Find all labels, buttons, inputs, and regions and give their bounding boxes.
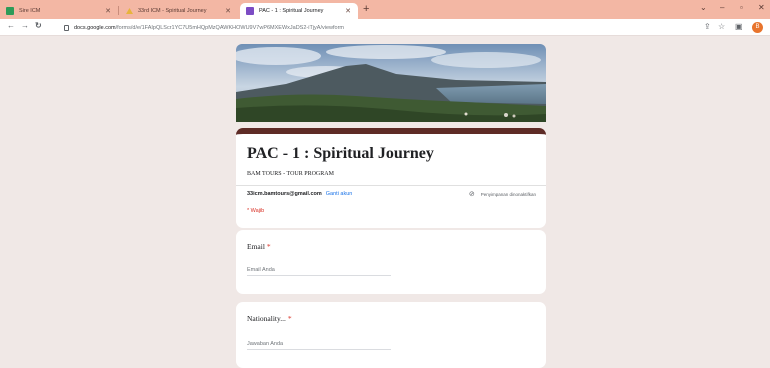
tab-pac-form[interactable]: PAC - 1 : Spiritual Journey ✕ [240, 3, 358, 19]
nationality-field[interactable] [247, 339, 391, 350]
switch-account-link[interactable]: Ganti akun [326, 191, 353, 197]
not-saved-text: Penyimpanan dinonaktifkan [480, 191, 536, 197]
bookmark-star-icon[interactable]: ☆ [718, 22, 725, 31]
sheets-icon [6, 7, 14, 15]
url-text: docs.google.com/forms/d/e/1FAIpQLScr1YC7… [74, 24, 344, 31]
maximize-icon[interactable]: ▫ [740, 3, 743, 12]
question-card-email: Email * [236, 230, 546, 294]
tab-spiritual-journey-doc[interactable]: 33rd ICM - Spiritual Journey ✕ [120, 3, 238, 19]
cloud-off-icon: ⊘ [468, 191, 475, 198]
question-label: Email * [247, 242, 271, 251]
close-icon[interactable]: ✕ [105, 7, 111, 15]
new-tab-button[interactable]: + [363, 3, 369, 16]
tab-strip: Sire ICM ✕ 33rd ICM - Spiritual Journey … [0, 0, 770, 19]
header-banner-image [236, 44, 546, 122]
form-description: BAM TOURS - TOUR PROGRAM [247, 171, 334, 177]
share-icon[interactable]: ⇪ [704, 22, 711, 31]
minimize-icon[interactable]: – [720, 3, 724, 12]
form-title: PAC - 1 : Spiritual Journey [247, 145, 434, 162]
window-close-icon[interactable]: ✕ [758, 3, 765, 12]
not-saved-indicator: ⊘ Penyimpanan dinonaktifkan [469, 190, 536, 198]
account-row: 33icm.bamtours@gmail.com Ganti akun [247, 191, 352, 197]
profile-avatar[interactable]: B [752, 22, 763, 33]
question-card-nationality: Nationality... * [236, 302, 546, 368]
side-panel-icon[interactable]: ▣ [735, 22, 743, 31]
tab-title: 33rd ICM - Spiritual Journey [138, 8, 207, 14]
divider [236, 185, 546, 186]
email-field[interactable] [247, 265, 391, 276]
drive-icon [126, 8, 133, 14]
reload-icon[interactable]: ↻ [35, 21, 42, 30]
question-label: Nationality... * [247, 314, 292, 323]
required-asterisk: * [287, 314, 292, 323]
browser-toolbar: ← → ↻ docs.google.com/forms/d/e/1FAIpQLS… [0, 19, 770, 36]
form-header-card: PAC - 1 : Spiritual Journey BAM TOURS - … [236, 128, 546, 228]
tab-title: PAC - 1 : Spiritual Journey [259, 8, 324, 14]
forward-icon[interactable]: → [21, 21, 29, 30]
chevron-down-icon[interactable]: ⌄ [700, 3, 707, 12]
tab-title: Sire ICM [19, 8, 41, 14]
required-asterisk: * [266, 242, 271, 251]
forms-icon [246, 7, 254, 15]
account-email: 33icm.bamtours@gmail.com [247, 191, 322, 197]
tab-sire-icm[interactable]: Sire ICM ✕ [0, 3, 118, 19]
close-icon[interactable]: ✕ [345, 7, 351, 15]
back-icon[interactable]: ← [7, 21, 15, 30]
address-bar[interactable]: docs.google.com/forms/d/e/1FAIpQLScr1YC7… [60, 21, 688, 34]
required-note: * Wajib [247, 208, 265, 214]
close-icon[interactable]: ✕ [225, 7, 231, 15]
lock-icon [64, 24, 69, 31]
